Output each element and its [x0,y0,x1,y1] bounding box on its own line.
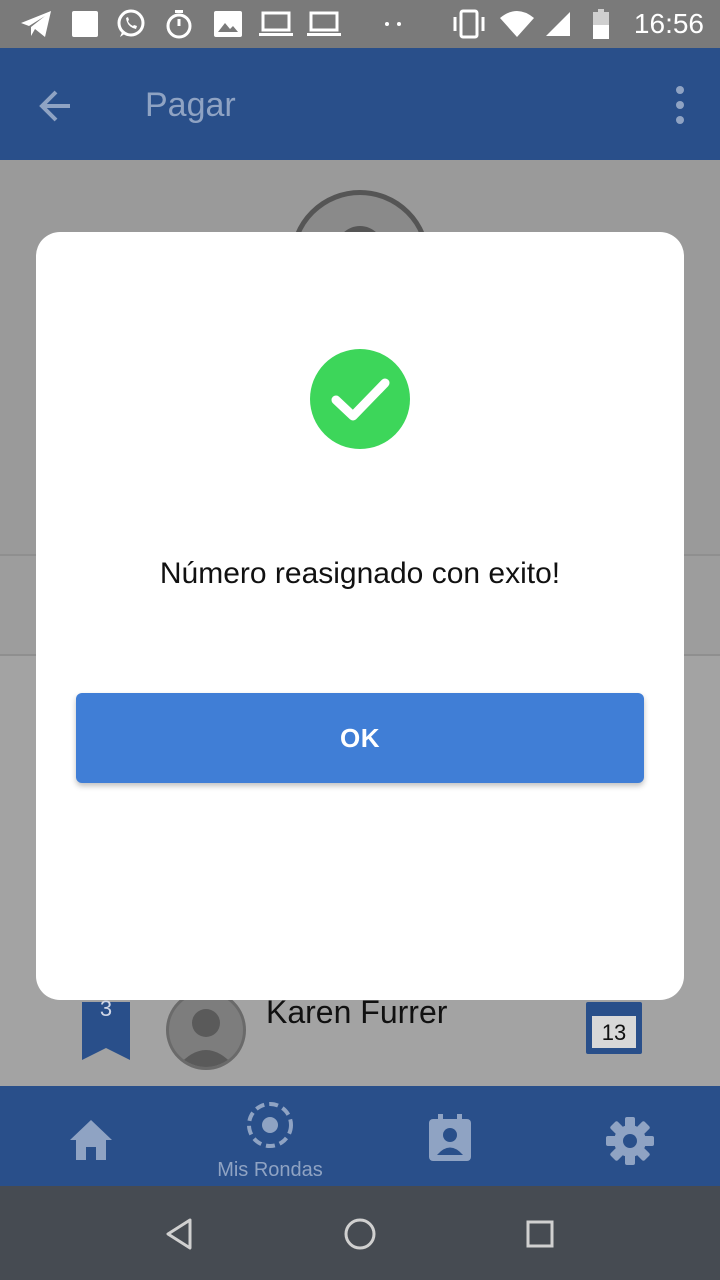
settings-icon [605,1116,655,1171]
status-time: 16:56 [633,8,704,39]
home-icon [68,1118,114,1167]
arrow-back-icon[interactable] [30,80,82,132]
rounds-icon [245,1100,295,1155]
avatar [166,990,246,1070]
back-triangle-icon[interactable] [156,1210,204,1258]
signal-icon [544,8,572,40]
image-icon [212,8,244,40]
bottom-nav: Mis Rondas [0,1086,720,1186]
nav-label: Mis Rondas [217,1159,323,1181]
square-icon [70,8,100,40]
status-bar: 16:56 [0,0,720,48]
recents-square-icon[interactable] [516,1210,564,1258]
stopwatch-icon [164,8,194,40]
system-nav-bar [0,1186,720,1280]
check-circle-icon [310,349,410,449]
laptop-icon [258,8,294,40]
dots-icon [382,8,404,40]
battery-icon [590,8,612,40]
nav-contacts[interactable] [400,1086,500,1186]
calendar-icon: 13 [584,1000,644,1056]
contact-calendar-icon [428,1114,472,1167]
app-bar: Pagar [0,48,720,160]
more-vert-icon[interactable] [670,84,690,128]
calendar-day: 13 [601,1020,627,1045]
ok-button[interactable]: OK [76,693,644,783]
nav-settings[interactable] [580,1086,680,1186]
dialog-message: Número reasignado con exito! [159,557,561,590]
nav-mis-rondas[interactable]: Mis Rondas [200,1086,340,1186]
success-dialog: Número reasignado con exito! OK [36,232,684,1000]
vibrate-icon [450,8,488,40]
whatsapp-icon [114,8,148,40]
telegram-icon [18,8,54,40]
wifi-icon [498,8,536,40]
home-circle-icon[interactable] [336,1210,384,1258]
page-title: Pagar [145,86,236,124]
laptop-icon [306,8,342,40]
nav-home[interactable] [40,1086,140,1186]
